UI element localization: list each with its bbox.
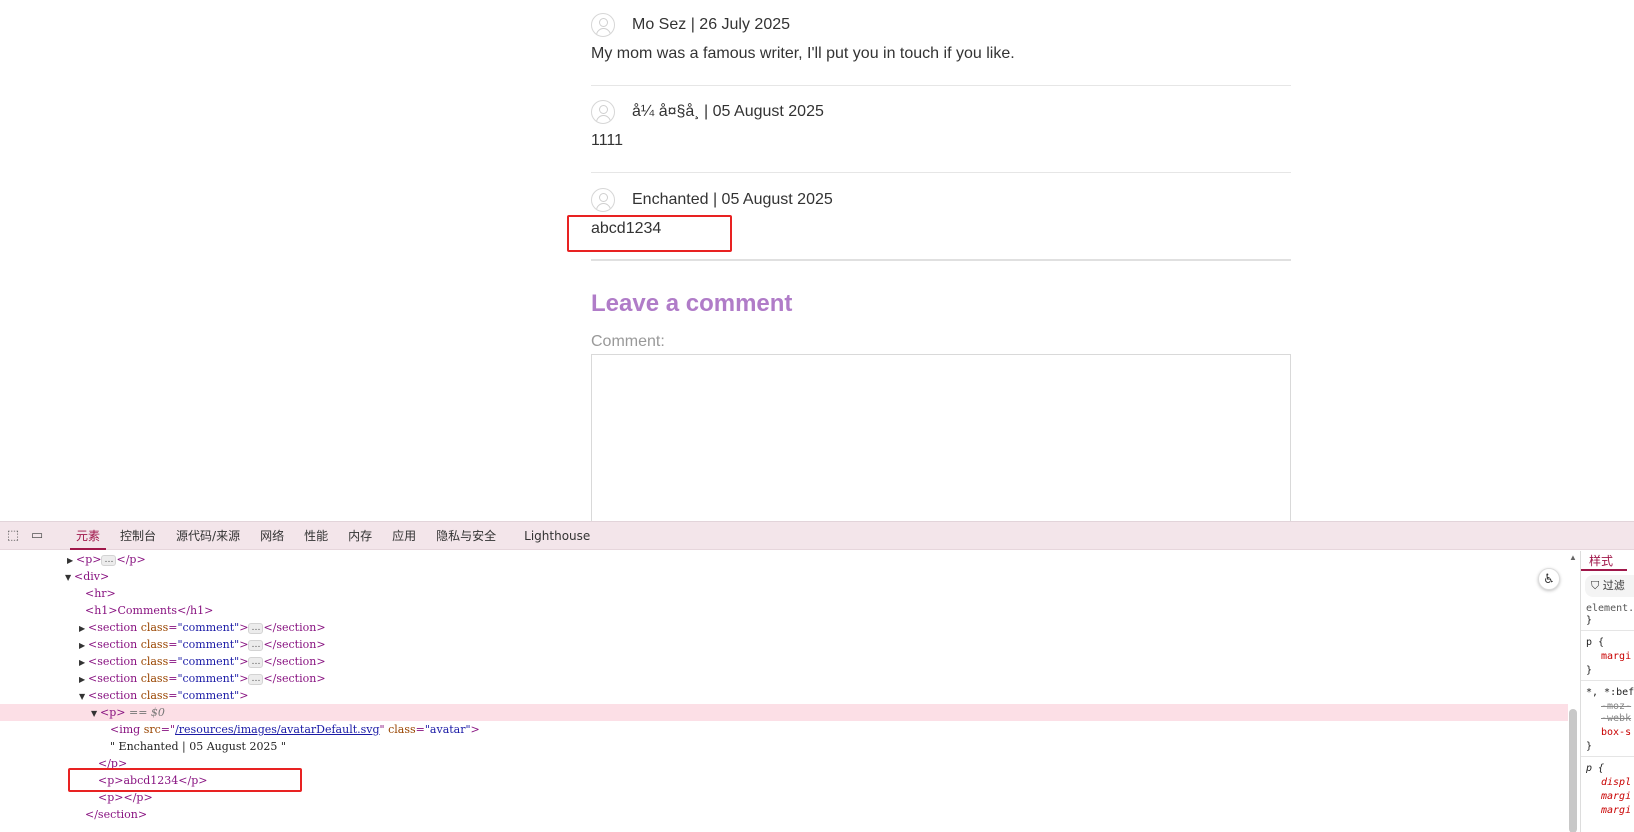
comment-text: My mom was a famous writer, I'll put you… — [591, 45, 1015, 62]
tab-console[interactable]: 控制台 — [110, 522, 166, 550]
dom-node[interactable]: ▶ <section class="comment">… </section> — [0, 636, 1568, 653]
tab-network[interactable]: 网络 — [250, 522, 294, 550]
tab-memory[interactable]: 内存 — [338, 522, 382, 550]
dom-node[interactable]: <img src="/resources/images/avatarDefaul… — [0, 721, 1568, 738]
avatar-icon — [591, 100, 615, 124]
dom-node[interactable]: ▶ <section class="comment">… </section> — [0, 653, 1568, 670]
dom-text-node[interactable]: " Enchanted | 05 August 2025 " — [0, 738, 1568, 755]
comment-textarea[interactable] — [591, 354, 1291, 521]
accessibility-icon[interactable]: ♿ — [1538, 568, 1560, 590]
comment-divider — [591, 172, 1291, 173]
expand-arrow-icon[interactable]: ▶ — [79, 671, 88, 688]
comment: Mo Sez | 26 July 2025 My mom was a famou… — [591, 11, 1291, 63]
style-separator — [1581, 756, 1634, 757]
expand-arrow-icon[interactable]: ▶ — [67, 552, 76, 569]
collapse-arrow-icon[interactable]: ▼ — [65, 569, 74, 586]
ellipsis-icon[interactable]: … — [248, 656, 264, 668]
dom-node-selected[interactable]: ▼ <p> == $0 — [0, 704, 1568, 721]
dom-tree: ▶ <p>… </p> ▼ <div> <hr> <h1>Comments</h1> … — [0, 551, 1568, 832]
filter-icon: ⛉ — [1591, 579, 1600, 592]
style-separator — [1581, 630, 1634, 631]
collapse-arrow-icon[interactable]: ▼ — [79, 688, 88, 705]
dom-node[interactable]: ▶ <section class="comment">… </section> — [0, 670, 1568, 687]
inspect-element-icon[interactable]: ⬚ — [4, 527, 22, 545]
dom-node[interactable]: </section> — [0, 806, 1568, 823]
style-rule-line: p { — [1586, 763, 1605, 774]
style-rule-line: margi — [1601, 651, 1632, 662]
dom-node[interactable]: <p>abcd1234</p> — [0, 772, 1568, 789]
style-rule-line: p { — [1586, 637, 1605, 648]
tab-elements[interactable]: 元素 — [66, 522, 110, 550]
style-rule-line: } — [1586, 665, 1593, 676]
dom-node[interactable]: ▶ <p>… </p> — [0, 551, 1568, 568]
device-toolbar-icon[interactable]: ▭ — [28, 527, 46, 545]
tab-styles[interactable]: 样式 — [1581, 551, 1627, 571]
style-rule-line: displ — [1601, 777, 1632, 788]
leave-comment-title: Leave a comment — [591, 290, 793, 317]
styles-pane: 样式 ⛉ 过滤 element. } p { margi } *, *:bef … — [1580, 551, 1634, 832]
style-rule-line: margi — [1601, 791, 1632, 802]
tab-privacy-security[interactable]: 隐私与安全 — [426, 522, 506, 550]
comment-author: Mo Sez | 26 July 2025 — [632, 16, 791, 33]
dom-node[interactable]: <p></p> — [0, 789, 1568, 806]
collapse-arrow-icon[interactable]: ▼ — [91, 705, 100, 722]
comment-author: Enchanted | 05 August 2025 — [632, 191, 833, 208]
comment-divider — [591, 85, 1291, 86]
page-content: Mo Sez | 26 July 2025 My mom was a famou… — [0, 0, 1634, 521]
comment: Enchanted | 05 August 2025 abcd1234 — [591, 186, 1291, 238]
dom-node[interactable]: ▶ <section class="comment">… </section> — [0, 619, 1568, 636]
dom-node[interactable]: <hr> — [0, 585, 1568, 602]
ellipsis-icon[interactable]: … — [248, 639, 264, 651]
style-rule-line: -moz- — [1601, 701, 1632, 712]
style-separator — [1581, 680, 1634, 681]
dom-node[interactable]: </p> — [0, 755, 1568, 772]
styles-filter[interactable]: ⛉ 过滤 — [1585, 575, 1634, 597]
dom-node[interactable]: ▼ <div> — [0, 568, 1568, 585]
resource-link[interactable]: /resources/images/avatarDefault.svg — [175, 723, 379, 736]
avatar-icon — [591, 188, 615, 212]
comment-header: å¼ å¤§å¸ | 05 August 2025 — [591, 98, 1291, 126]
ellipsis-icon[interactable]: … — [248, 673, 264, 685]
style-rule-line: } — [1586, 741, 1593, 752]
style-rule-line: *, *:bef — [1586, 687, 1634, 698]
tab-application[interactable]: 应用 — [382, 522, 426, 550]
dom-node[interactable]: ▼ <section class="comment"> — [0, 687, 1568, 704]
expand-arrow-icon[interactable]: ▶ — [79, 620, 88, 637]
comment-text: 1111 — [591, 132, 624, 149]
style-rule-line: element. — [1586, 603, 1634, 614]
comment-label: Comment: — [591, 333, 665, 350]
devtools-toolbar: ⬚ ▭ 元素 控制台 源代码/来源 网络 性能 内存 应用 隐私与安全 Ligh… — [0, 522, 1634, 550]
expand-arrow-icon[interactable]: ▶ — [79, 654, 88, 671]
style-rule-line: -webk — [1601, 713, 1632, 724]
comments-end-divider — [591, 259, 1291, 261]
dom-node[interactable]: <h1>Comments</h1> — [0, 602, 1568, 619]
tab-lighthouse[interactable]: Lighthouse — [514, 522, 600, 550]
style-rule-line: margi — [1601, 805, 1632, 816]
devtools-panel: ⬚ ▭ 元素 控制台 源代码/来源 网络 性能 内存 应用 隐私与安全 Ligh… — [0, 521, 1634, 832]
scroll-up-arrow-icon[interactable]: ▲ — [1569, 553, 1577, 562]
style-rule-line: box-s — [1601, 727, 1632, 738]
comment-header: Enchanted | 05 August 2025 — [591, 186, 1291, 214]
comment-text: abcd1234 — [591, 220, 662, 237]
tab-sources[interactable]: 源代码/来源 — [166, 522, 250, 550]
scrollbar-thumb[interactable] — [1569, 709, 1577, 832]
style-rule-line: } — [1586, 615, 1593, 626]
dom-tree-scrollbar[interactable]: ▲ — [1568, 551, 1578, 832]
ellipsis-icon[interactable]: … — [101, 554, 117, 566]
comment: å¼ å¤§å¸ | 05 August 2025 1111 — [591, 98, 1291, 150]
tab-performance[interactable]: 性能 — [294, 522, 338, 550]
ellipsis-icon[interactable]: … — [248, 622, 264, 634]
comment-header: Mo Sez | 26 July 2025 — [591, 11, 1291, 39]
comment-author: å¼ å¤§å¸ | 05 August 2025 — [632, 103, 824, 120]
avatar-icon — [591, 13, 615, 37]
expand-arrow-icon[interactable]: ▶ — [79, 637, 88, 654]
